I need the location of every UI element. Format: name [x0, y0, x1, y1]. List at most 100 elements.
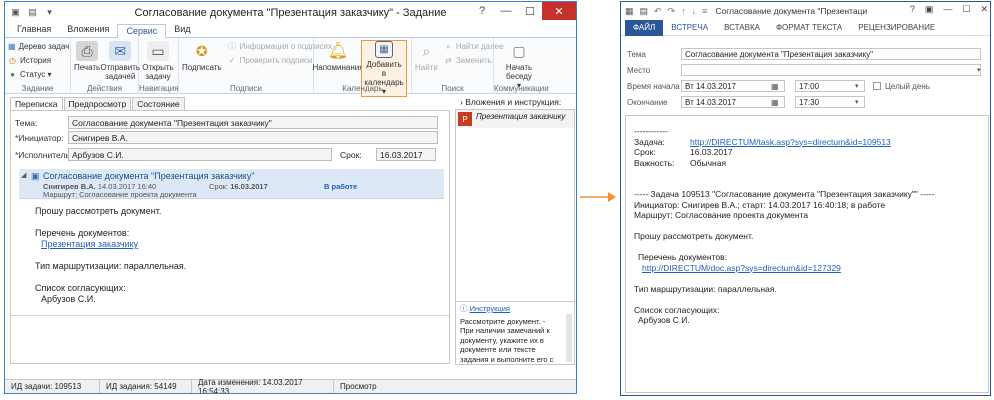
document-link[interactable]: http://DIRECTUM/doc.asp?sys=directum&id=…: [634, 263, 980, 274]
executor-row: *Исполнитель: Арбузов С.И. Срок: 16.03.2…: [15, 148, 436, 161]
ribbon: ▦ Дерево задач ◷ История ● Статус ▾ Задание…: [5, 38, 576, 97]
end-date-field[interactable]: Вт 14.03.2017: [681, 96, 785, 108]
executor-field[interactable]: Арбузов С.И.: [68, 148, 332, 161]
save-icon[interactable]: ▤: [640, 6, 649, 17]
binoculars-icon: ⌕: [422, 42, 431, 59]
send-task-button[interactable]: ✉ Отправить задачей: [100, 41, 140, 81]
subject-field[interactable]: Согласование документа "Презентация зака…: [681, 48, 981, 60]
group-search: ⌕ Найти ⌕ Найти далее ⇄ Заменить Поиск: [412, 38, 504, 94]
printer-icon: ⎙: [76, 41, 99, 61]
group-calendar: 🔔︎ Напоминания ▦ Добавить в календарь ▾ Кал…: [312, 38, 412, 97]
location-row: Место ▾: [627, 64, 981, 76]
instruction-panel: ⓘ Инструкция Рассмотрите документ. - При…: [456, 301, 574, 365]
scrollbar[interactable]: [566, 314, 572, 362]
info-icon: ⓘ: [460, 304, 468, 313]
due-date-field[interactable]: 16.03.2017: [376, 148, 436, 161]
quick-access-dropdown-icon[interactable]: ▾: [43, 7, 56, 18]
subject-row: Тема Согласование документа "Презентация…: [627, 48, 981, 60]
undo-icon[interactable]: ↶: [654, 6, 662, 17]
content-tabs: Переписка Предпросмотр Состояние: [10, 97, 186, 110]
dropdown-icon[interactable]: ≡: [702, 6, 707, 16]
chat-icon: ▢: [512, 42, 526, 59]
title-bar: ▣ ▤ ▾ Согласование документа "Презентаци…: [5, 2, 576, 23]
group-actions: ⎙ Печать ✉ Отправить задачей Действия: [71, 38, 140, 94]
start-time-dropdown-icon[interactable]: ▾: [855, 82, 865, 90]
reply-area[interactable]: [11, 315, 449, 364]
app-icon: ▣: [11, 7, 20, 17]
tab-view[interactable]: Вид: [166, 23, 198, 37]
attachments-header: › Вложения и инструкция:: [460, 97, 562, 107]
end-time-dropdown-icon[interactable]: ▾: [855, 98, 865, 106]
location-dropdown-icon[interactable]: ▾: [977, 66, 981, 74]
bell-icon: 🔔︎: [327, 42, 349, 60]
attachment-item[interactable]: P Презентация заказчику: [456, 110, 574, 128]
ribbon-options-icon[interactable]: ▣: [925, 4, 934, 15]
start-chat-button[interactable]: ▢ Начать беседу ▾: [494, 41, 544, 91]
status-badge: В работе: [324, 182, 358, 191]
check-icon: ✓: [228, 56, 236, 65]
print-button[interactable]: ⎙ Печать: [71, 41, 103, 72]
end-date-picker-icon[interactable]: ▦: [771, 98, 785, 107]
tab-service[interactable]: Сервис: [117, 24, 167, 38]
all-day-checkbox[interactable]: [873, 82, 881, 90]
close-button[interactable]: ✕: [980, 4, 988, 15]
end-row: Окончание Вт 14.03.2017 ▦ 17:30 ▾: [627, 96, 865, 108]
tab-meeting[interactable]: ВСТРЕЧА: [663, 20, 716, 36]
help-icon[interactable]: ?: [470, 2, 494, 20]
initiator-row: *Инициатор: Снигирев В.А.: [15, 131, 438, 144]
status-bar: ИД задачи: 109513 ИД задания: 54149 Дата…: [5, 378, 576, 393]
group-communications: ▢ Начать беседу ▾ Коммуникации: [494, 41, 549, 94]
calendar-icon: ▦: [625, 5, 634, 16]
tab-format-text[interactable]: ФОРМАТ ТЕКСТА: [768, 20, 850, 36]
tab-correspondence[interactable]: Переписка: [10, 97, 63, 110]
tab-file[interactable]: ФАЙЛ: [625, 19, 664, 36]
tab-review[interactable]: РЕЦЕНЗИРОВАНИЕ: [850, 20, 943, 36]
title-bar: ▦ ▤ ↶ ↷ ↑ ↓ ≡ Согласование документа "Пр…: [621, 2, 990, 20]
redo-icon[interactable]: ↷: [668, 6, 676, 17]
tab-attachments[interactable]: Вложения: [59, 23, 117, 37]
window-title: Согласование документа "Презентация зака…: [715, 6, 868, 16]
find-next-icon: ⌕: [446, 41, 451, 51]
powerpoint-icon: P: [458, 112, 472, 126]
tab-insert[interactable]: ВСТАВКА: [716, 20, 768, 36]
initiator-field[interactable]: Снигирев В.А.: [68, 131, 438, 144]
location-field[interactable]: [681, 64, 981, 76]
start-date-field[interactable]: Вт 14.03.2017: [681, 80, 785, 92]
down-icon[interactable]: ↓: [692, 6, 697, 16]
history-button[interactable]: ◷ История: [5, 55, 70, 66]
tab-home[interactable]: Главная: [9, 23, 59, 37]
subject-field[interactable]: Согласование документа "Презентация зака…: [68, 116, 438, 129]
task-tree-button[interactable]: ▦ Дерево задач: [5, 41, 70, 52]
reminders-button[interactable]: 🔔︎ Напоминания: [312, 41, 363, 72]
attachments-panel: P Презентация заказчику ⓘ Инструкция Рас…: [455, 109, 575, 365]
ribbon-tabs: ФАЙЛ ВСТРЕЧА ВСТАВКА ФОРМАТ ТЕКСТА РЕЦЕН…: [621, 19, 990, 36]
document-link[interactable]: Презентация заказчику: [35, 239, 186, 250]
task-icon: ▣: [31, 171, 40, 181]
message-header[interactable]: ◢ ▣ Согласование документа "Презентация …: [19, 169, 444, 199]
maximize-button[interactable]: ☐: [962, 4, 970, 15]
replace-icon: ⇄: [444, 56, 452, 65]
help-icon[interactable]: ?: [910, 4, 915, 15]
find-button[interactable]: ⌕ Найти: [412, 41, 441, 73]
minimize-button[interactable]: —: [494, 2, 518, 20]
tab-preview[interactable]: Предпросмотр: [63, 97, 132, 110]
arrow-icon: [580, 192, 616, 202]
instruction-link[interactable]: Инструкция: [470, 304, 510, 313]
group-navigation: ▭ Открыть задачу Навигация: [139, 38, 179, 94]
sign-button[interactable]: ✪ Подписать: [179, 41, 225, 73]
meeting-body[interactable]: ------------ Задача: http://DIRECTUM/task…: [625, 115, 989, 393]
open-task-button[interactable]: ▭ Открыть задачу: [139, 41, 177, 81]
calendar-icon: ▦: [375, 41, 393, 58]
task-link[interactable]: http://DIRECTUM/task.asp?sys=directum&id…: [690, 137, 891, 148]
save-icon[interactable]: ▤: [26, 7, 39, 18]
minimize-button[interactable]: —: [943, 4, 952, 15]
subject-row: Тема: Согласование документа "Презентаци…: [15, 116, 438, 129]
message-body: Прошу рассмотреть документ. Перечень док…: [35, 206, 187, 304]
tab-state[interactable]: Состояние: [132, 97, 185, 110]
status-button[interactable]: ● Статус ▾: [5, 69, 70, 80]
maximize-button[interactable]: ☐: [518, 2, 542, 20]
up-icon[interactable]: ↑: [681, 6, 686, 16]
close-button[interactable]: ✕: [542, 2, 576, 20]
start-date-picker-icon[interactable]: ▦: [771, 82, 785, 91]
collapse-icon[interactable]: ◢: [21, 171, 26, 179]
